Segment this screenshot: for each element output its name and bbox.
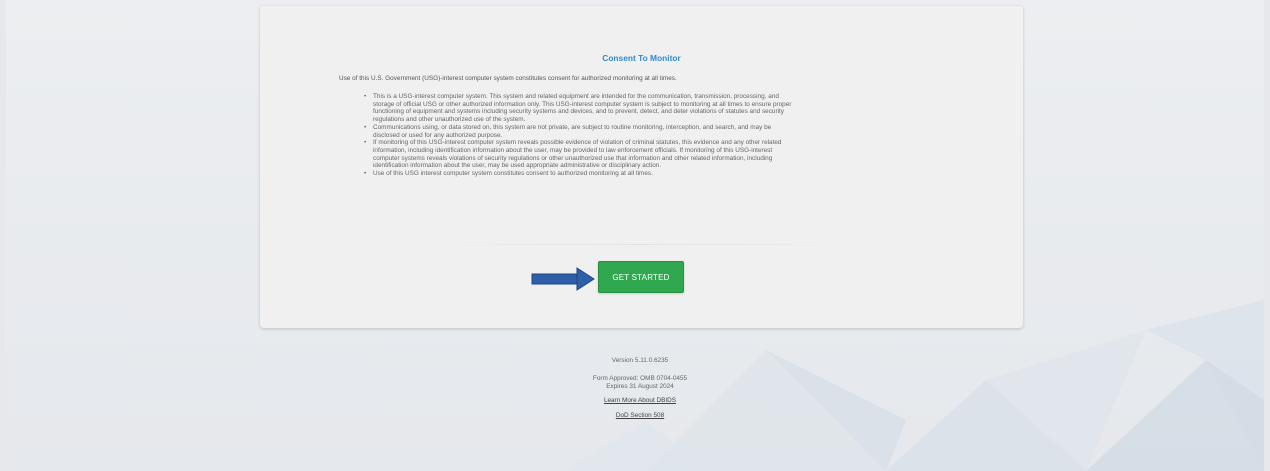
arrow-right-icon [531, 267, 595, 291]
bullet-icon: • [364, 93, 367, 100]
bullet-icon: • [364, 170, 367, 178]
consent-title: Consent To Monitor [602, 53, 681, 63]
form-approved-text: Form Approved: OMB 0704-0455 [592, 375, 688, 382]
list-item: • If monitoring of this USG-interest com… [364, 139, 933, 170]
consent-bullet-list: • This is a USG-interest computer system… [364, 93, 933, 178]
page-background: Consent To Monitor Use of this U.S. Gove… [6, 0, 1264, 471]
list-line: This is a USG-interest computer system. … [373, 93, 779, 100]
list-line: disclosed or used for any authorized pur… [373, 131, 503, 139]
section-508-link[interactable]: DoD Section 508 [540, 411, 740, 421]
bullet-icon: • [364, 123, 367, 131]
get-started-button[interactable]: GET STARTED [598, 261, 684, 293]
list-item: • Use of this USG interest computer syst… [364, 170, 933, 178]
list-item: • This is a USG-interest computer system… [364, 93, 933, 124]
list-line: Communications using, or data stored on,… [373, 123, 772, 131]
list-line: Use of this USG interest computer system… [373, 170, 653, 178]
list-line: computer systems reveals violations of s… [373, 154, 773, 162]
list-line: storage of official USG or other authori… [373, 100, 792, 108]
list-line: If monitoring of this USG-interest compu… [373, 139, 782, 147]
list-item: • Communications using, or data stored o… [364, 123, 933, 139]
list-line: functioning of equipment and systems inc… [373, 108, 785, 116]
consent-card: Consent To Monitor Use of this U.S. Gove… [260, 6, 1023, 328]
divider [420, 244, 860, 245]
learn-more-link[interactable]: Learn More About DBIDS [540, 396, 740, 406]
expires-text: Expires 31 August 2024 [606, 383, 674, 390]
consent-intro: Use of this U.S. Government (USG)-intere… [339, 75, 677, 82]
version-text: Version 5.11.0.6235 [611, 357, 669, 364]
list-line: information, including identification in… [373, 146, 773, 154]
bullet-icon: • [364, 139, 367, 147]
list-line: identification information about the use… [373, 162, 662, 170]
footer: Version 5.11.0.6235 Form Approved: OMB 0… [540, 357, 740, 426]
list-line: regulations and other unauthorized use o… [373, 116, 526, 124]
